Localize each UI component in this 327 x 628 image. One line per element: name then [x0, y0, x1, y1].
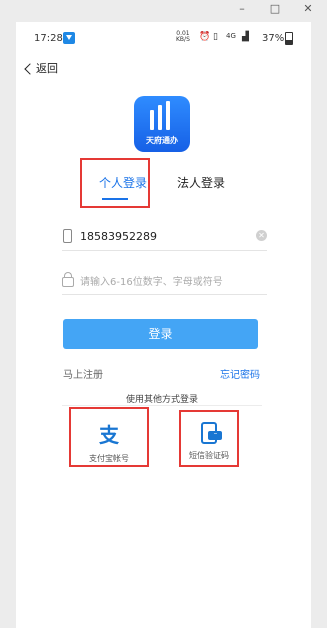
- forgot-password-link[interactable]: 忘记密码: [220, 366, 260, 381]
- phone-field[interactable]: 18583952289 ✕: [62, 222, 267, 251]
- minimize-icon[interactable]: –: [235, 2, 249, 16]
- alarm-icon: ⏰: [199, 32, 211, 42]
- app-logo: 天府通办: [134, 96, 190, 152]
- password-field[interactable]: 请输入6-16位数字、字母或符号: [62, 266, 267, 295]
- phone-value: 18583952289: [80, 229, 157, 243]
- net-speed-unit: KB/S: [176, 36, 190, 43]
- login-button[interactable]: 登录: [63, 319, 258, 349]
- frame-right: [311, 22, 327, 628]
- clear-input-icon[interactable]: ✕: [256, 230, 267, 241]
- signal-bars-icon: ▟: [242, 32, 249, 42]
- highlight-box-sms: [179, 410, 239, 467]
- login-type-tabs: 个人登录 法人登录: [16, 164, 311, 204]
- network-speed: 0.01 KB/S: [176, 31, 190, 43]
- highlight-box-alipay: [69, 407, 149, 467]
- phone-screen: 17:28 0.01 KB/S ⏰ ▯ 4G ▟ 37% 返回 天府通办 个人登…: [16, 22, 311, 628]
- vibrate-icon: ▯: [213, 32, 218, 42]
- frame-left: [0, 22, 16, 628]
- battery-icon: [285, 32, 293, 45]
- status-time: 17:28: [34, 33, 63, 44]
- window-title-bar: – □ ✕: [0, 0, 327, 22]
- chevron-left-icon: [24, 62, 36, 75]
- tab-corporate-login[interactable]: 法人登录: [177, 174, 225, 191]
- status-bar: 17:28 0.01 KB/S ⏰ ▯ 4G ▟ 37%: [16, 22, 311, 52]
- divider: [62, 405, 262, 406]
- notification-app-icon: [63, 32, 75, 44]
- phone-icon: [63, 229, 72, 243]
- other-login-title: 使用其他方式登录: [125, 395, 198, 405]
- signal-4g-icon: 4G: [226, 32, 236, 40]
- maximize-icon[interactable]: □: [268, 2, 282, 16]
- back-label: 返回: [36, 62, 58, 75]
- highlight-box-personal-tab: [80, 158, 150, 208]
- back-button[interactable]: 返回: [24, 60, 58, 76]
- battery-percent: 37%: [262, 33, 285, 44]
- password-placeholder: 请输入6-16位数字、字母或符号: [80, 276, 223, 288]
- logo-text: 天府通办: [146, 136, 178, 145]
- lock-icon: [62, 272, 74, 287]
- close-icon[interactable]: ✕: [301, 2, 315, 16]
- register-link[interactable]: 马上注册: [63, 366, 103, 381]
